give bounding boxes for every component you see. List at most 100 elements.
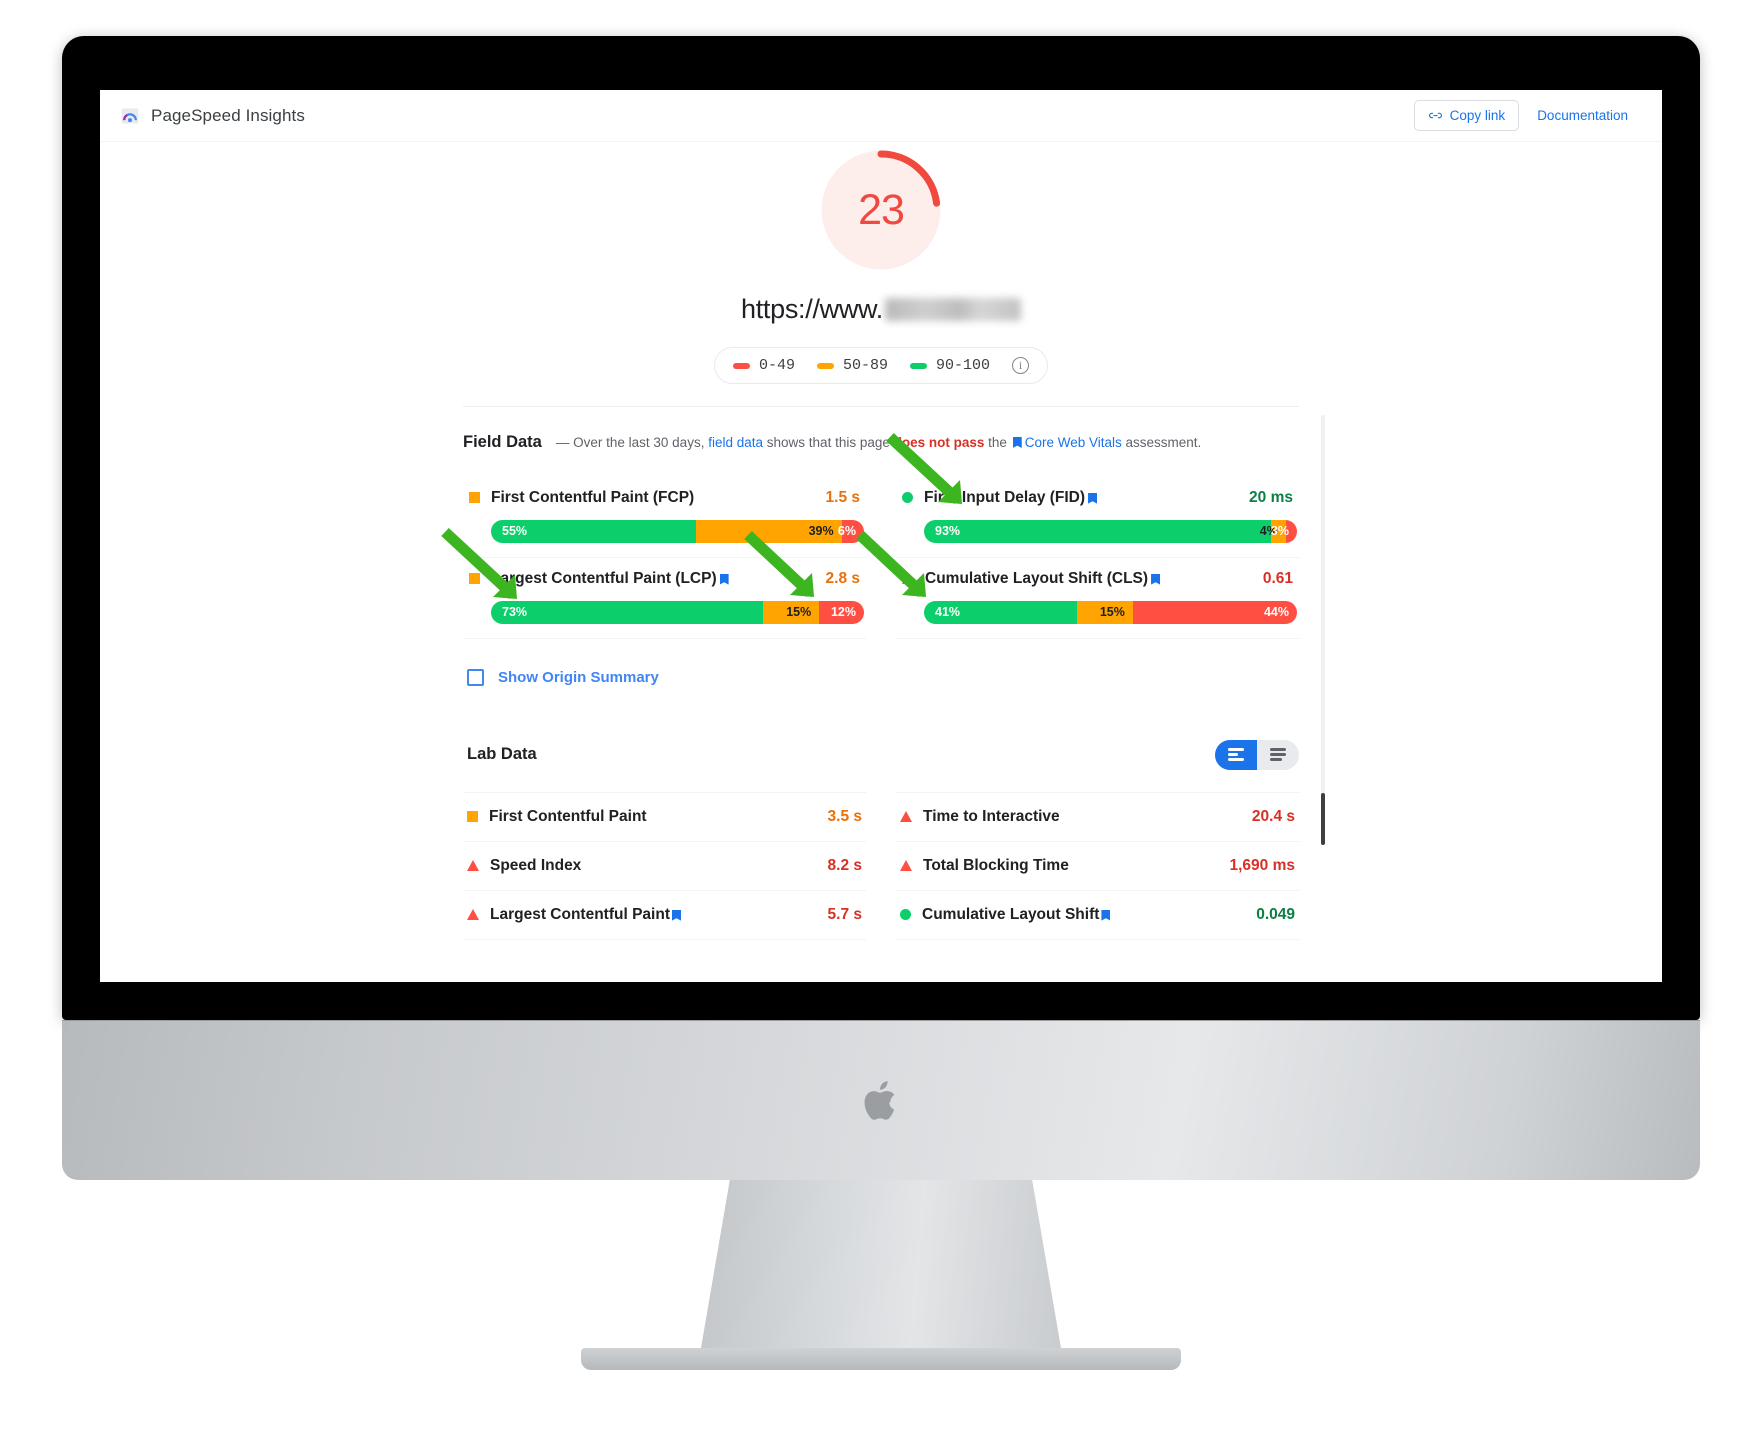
lab-metric-fcp-value: 3.5 s — [827, 807, 862, 825]
desc-dash: — — [555, 435, 570, 450]
square-orange-icon — [469, 573, 480, 585]
dist-seg-poor: 6% — [838, 519, 864, 543]
dist-seg-average: 15% — [763, 600, 820, 624]
core-web-vitals-flag-icon — [1012, 437, 1022, 448]
dist-seg-average: 15% — [1076, 600, 1133, 624]
lab-metric-tbt-value: 1,690 ms — [1229, 856, 1296, 874]
legend-dash-poor — [732, 362, 750, 369]
field-metric-fcp-name: First Contentful Paint (FCP) — [491, 488, 695, 506]
score-value: 23 — [858, 185, 905, 234]
score-area: 23 https://www. 0-49 50-89 90-100 i — [100, 142, 1662, 384]
lab-metric-cls: Cumulative Layout Shift 0.049 — [896, 891, 1299, 940]
triangle-red-icon — [467, 860, 479, 872]
triangle-red-icon — [467, 909, 479, 921]
lab-data-title: Lab Data — [467, 745, 537, 764]
field-metric-fid-label: First Input Delay (FID) — [924, 488, 1086, 506]
show-origin-summary-label: Show Origin Summary — [498, 668, 659, 686]
legend-item-poor: 0-49 — [732, 357, 795, 374]
lab-view-toggle[interactable] — [1215, 739, 1299, 770]
legend-dash-good — [910, 362, 927, 369]
dist-seg-good: 93% — [924, 519, 1271, 543]
info-icon[interactable]: i — [1012, 357, 1030, 374]
link-icon — [1428, 112, 1442, 119]
scrollbar-track[interactable] — [1321, 415, 1325, 845]
field-metrics-grid: First Contentful Paint (FCP) 1.5 s 55% 3… — [463, 477, 1299, 639]
imac-mockup: PageSpeed Insights Copy link Documentati… — [62, 36, 1700, 1370]
lab-metric-tti: Time to Interactive 20.4 s — [896, 791, 1299, 842]
lab-metric-tbt: Total Blocking Time 1,690 ms — [896, 842, 1299, 891]
field-metric-lcp-name: Largest Contentful Paint (LCP) — [491, 570, 732, 588]
field-metric-cls-header: Cumulative Layout Shift (CLS) 0.61 — [898, 558, 1297, 599]
triangle-red-icon — [900, 860, 912, 872]
field-metric-fcp-distribution: 55% 39% 6% — [491, 519, 864, 543]
compact-view-icon — [1270, 746, 1286, 764]
lab-metric-cls-name: Cumulative Layout Shift — [922, 905, 1100, 923]
field-metric-fid-header: First Input Delay (FID) 20 ms — [898, 477, 1297, 518]
field-data-link[interactable]: field data — [708, 435, 763, 450]
url-blurred-domain — [884, 298, 1021, 321]
lab-metric-fcp: First Contentful Paint 3.5 s — [463, 791, 866, 842]
field-metric-lcp-label: Largest Contentful Paint (LCP) — [491, 569, 717, 587]
copy-link-button[interactable]: Copy link — [1413, 100, 1520, 131]
dist-seg-poor: 12% — [819, 600, 864, 624]
field-metric-lcp-value: 2.8 s — [825, 569, 860, 587]
field-metric-fid-value: 20 ms — [1249, 488, 1293, 506]
documentation-link[interactable]: Documentation — [1525, 101, 1640, 130]
core-web-vitals-flag-icon — [719, 573, 729, 585]
field-metric-cls-value: 0.61 — [1262, 569, 1293, 587]
field-metric-cls-distribution: 41% 15% 44% — [924, 600, 1297, 624]
lab-metric-speed-index: Speed Index 8.2 s — [463, 842, 866, 891]
lab-metric-fcp-name: First Contentful Paint — [489, 807, 647, 825]
pagespeed-topbar: PageSpeed Insights Copy link Documentati… — [100, 90, 1662, 142]
scrollbar-thumb[interactable] — [1321, 793, 1325, 845]
checkbox-icon[interactable] — [467, 668, 484, 686]
show-origin-summary-toggle[interactable]: Show Origin Summary — [463, 668, 1299, 686]
field-data-description: — Over the last 30 days, field data show… — [556, 431, 1201, 455]
imac-stand-neck — [701, 1180, 1061, 1348]
score-legend: 0-49 50-89 90-100 i — [713, 347, 1049, 384]
field-metric-fcp-header: First Contentful Paint (FCP) 1.5 s — [465, 477, 864, 518]
lab-metrics-grid: First Contentful Paint 3.5 s Time to Int… — [463, 791, 1299, 940]
url-prefix: https://www. — [741, 294, 883, 324]
core-web-vitals-flag-icon — [671, 909, 681, 921]
expanded-view-icon — [1228, 746, 1244, 764]
field-metric-lcp-header: Largest Contentful Paint (LCP) 2.8 s — [465, 558, 864, 599]
circle-green-icon — [900, 909, 911, 921]
monitor-bezel: PageSpeed Insights Copy link Documentati… — [62, 36, 1700, 1020]
imac-chin — [62, 1020, 1700, 1180]
legend-label-poor: 0-49 — [758, 357, 795, 374]
performance-gauge: 23 — [819, 148, 943, 272]
square-orange-icon — [467, 811, 478, 823]
field-metric-lcp-distribution: 73% 15% 12% — [491, 600, 864, 624]
lab-metric-lcp-name: Largest Contentful Paint — [490, 905, 670, 923]
view-toggle-compact[interactable] — [1257, 740, 1299, 770]
legend-item-good: 90-100 — [910, 357, 990, 374]
lab-metric-tbt-name: Total Blocking Time — [923, 856, 1069, 874]
core-web-vitals-link[interactable]: Core Web Vitals — [1025, 435, 1122, 450]
dist-seg-poor: 3% — [1271, 519, 1297, 543]
field-data-title: Field Data — [463, 433, 542, 451]
lab-data-header: Lab Data — [463, 739, 1299, 770]
legend-item-average: 50-89 — [816, 357, 888, 374]
field-metric-cls-label: Cumulative Layout Shift (CLS) — [925, 569, 1149, 587]
topbar-actions: Copy link Documentation — [1413, 100, 1640, 131]
core-web-vitals-flag-icon — [1151, 573, 1161, 585]
brand-name: PageSpeed Insights — [151, 105, 305, 125]
lab-metric-cls-value: 0.049 — [1256, 905, 1295, 923]
field-metric-fid-name: First Input Delay (FID) — [924, 489, 1100, 507]
lab-metric-speed-index-name: Speed Index — [490, 856, 582, 874]
apple-logo-icon — [864, 1080, 895, 1120]
view-toggle-expanded[interactable] — [1215, 739, 1257, 770]
field-data-header: Field Data — Over the last 30 days, fiel… — [463, 431, 1299, 455]
square-orange-icon — [469, 492, 480, 504]
field-metric-fcp: First Contentful Paint (FCP) 1.5 s 55% 3… — [463, 477, 866, 558]
lab-metric-tti-value: 20.4 s — [1251, 807, 1295, 825]
desc-part-3: the — [988, 435, 1007, 450]
lab-metric-speed-index-value: 8.2 s — [827, 856, 862, 874]
analyzed-url: https://www. — [100, 294, 1662, 325]
lab-metric-tti-name: Time to Interactive — [923, 807, 1060, 825]
dist-seg-good: 41% — [924, 600, 1077, 624]
field-metric-cls-name: Cumulative Layout Shift (CLS) — [925, 570, 1163, 588]
core-web-vitals-flag-icon — [1101, 909, 1111, 921]
legend-label-average: 50-89 — [842, 357, 888, 374]
